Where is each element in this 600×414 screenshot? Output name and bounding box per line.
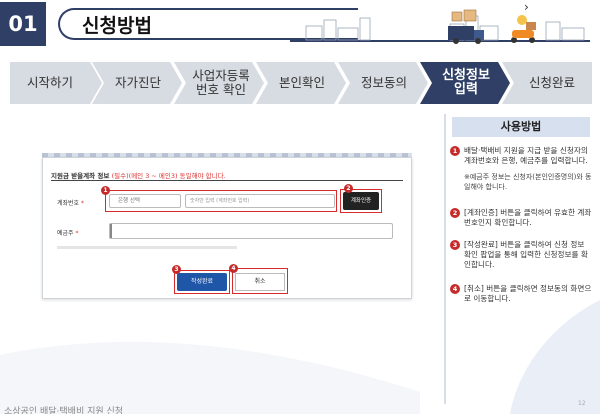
page-number: 12 (578, 400, 586, 407)
form-screenshot: 지원금 받을계좌 정보 (필수)(메인 3 ~ 메인3) 동일해야 합니다. 계… (42, 157, 412, 299)
required-mark: * (81, 200, 85, 207)
guide-title: 사용방법 (452, 117, 590, 137)
guide-number: 3 (450, 240, 460, 250)
step-label: 신청완료 (528, 75, 575, 90)
step-self-diagnosis: 자가진단 (92, 62, 182, 104)
guide-number: 2 (450, 208, 460, 218)
step-business-number: 사업자등록 번호 확인 (174, 62, 264, 104)
guide-divider (444, 114, 446, 404)
section-badge: 01 (0, 2, 46, 46)
guide-text: 배달·택배비 지원을 지급 받을 신청자의 계좌번호와 은행, 예금주를 입력합… (464, 146, 588, 165)
page-title: 신청방법 (82, 15, 152, 37)
guide-text: [계좌인증] 버튼을 클릭하여 유효한 계좌번호인지 확인합니다. (464, 208, 592, 227)
required-mark: * (75, 230, 79, 237)
account-holder-input[interactable] (109, 223, 393, 239)
marker-3: 3 (172, 265, 181, 274)
step-start: 시작하기 (10, 62, 102, 104)
highlight-account (105, 190, 337, 212)
guide-item-2: 2 [계좌인증] 버튼을 클릭하여 유효한 계좌번호인지 확인합니다. (450, 208, 592, 228)
form-divider (51, 180, 403, 181)
guide-text: [취소] 버튼을 클릭하면 정보동의 화면으로 이동합니다. (464, 284, 592, 303)
marker-1: 1 (101, 186, 110, 195)
step-application-info: 신청정보 입력 (420, 62, 510, 104)
highlight-complete (174, 270, 230, 294)
step-consent: 정보동의 (338, 62, 428, 104)
guide-number: 1 (450, 146, 460, 156)
account-label-text: 계좌번호 (57, 200, 80, 207)
step-label: 신청정보 입력 (442, 68, 490, 97)
highlight-cancel (232, 268, 288, 294)
step-label: 정보동의 (360, 75, 407, 90)
form-note (57, 246, 237, 249)
form-title-text: 지원금 받을계좌 정보 (51, 172, 110, 180)
guide-item-1: 1 배달·택배비 지원을 지급 받을 신청자의 계좌번호와 은행, 예금주를 입… (450, 146, 592, 192)
step-label: 사업자등록 번호 확인 (192, 68, 250, 97)
account-label: 계좌번호 * (57, 198, 84, 207)
step-complete: 신청완료 (502, 62, 592, 104)
guide-item-3: 3 [작성완료] 버튼을 클릭하여 신청 정보 확인 팝업을 통해 입력한 신청… (450, 240, 592, 270)
form-title-note: (필수)(메인 3 ~ 메인3) 동일해야 합니다. (111, 172, 226, 180)
step-identity: 본인확인 (256, 62, 346, 104)
guide-number: 4 (450, 284, 460, 294)
step-label: 시작하기 (26, 75, 73, 90)
delivery-illustration (305, 9, 585, 44)
marker-2: 2 (344, 184, 353, 193)
step-label: 자가진단 (114, 75, 161, 90)
guide-item-4: 4 [취소] 버튼을 클릭하면 정보동의 화면으로 이동합니다. (450, 284, 592, 304)
progress-steps: 시작하기 자가진단 사업자등록 번호 확인 본인확인 정보동의 신청정보 입력 … (10, 62, 592, 104)
marker-4: 4 (229, 264, 238, 273)
guide-subtext: ※예금주 정보는 신청자(본인인증명의)와 동일해야 합니다. (464, 173, 592, 191)
form-title: 지원금 받을계좌 정보 (필수)(메인 3 ~ 메인3) 동일해야 합니다. (51, 170, 226, 180)
step-label: 본인확인 (278, 75, 325, 90)
holder-label-text: 예금주 (57, 230, 74, 237)
footer-title: 소상공인 배달·택배비 지원 신청 (4, 407, 124, 414)
guide-text: [작성완료] 버튼을 클릭하여 신청 정보 확인 팝업을 통해 입력한 신청정보… (464, 240, 588, 269)
holder-label: 예금주 * (57, 228, 78, 237)
